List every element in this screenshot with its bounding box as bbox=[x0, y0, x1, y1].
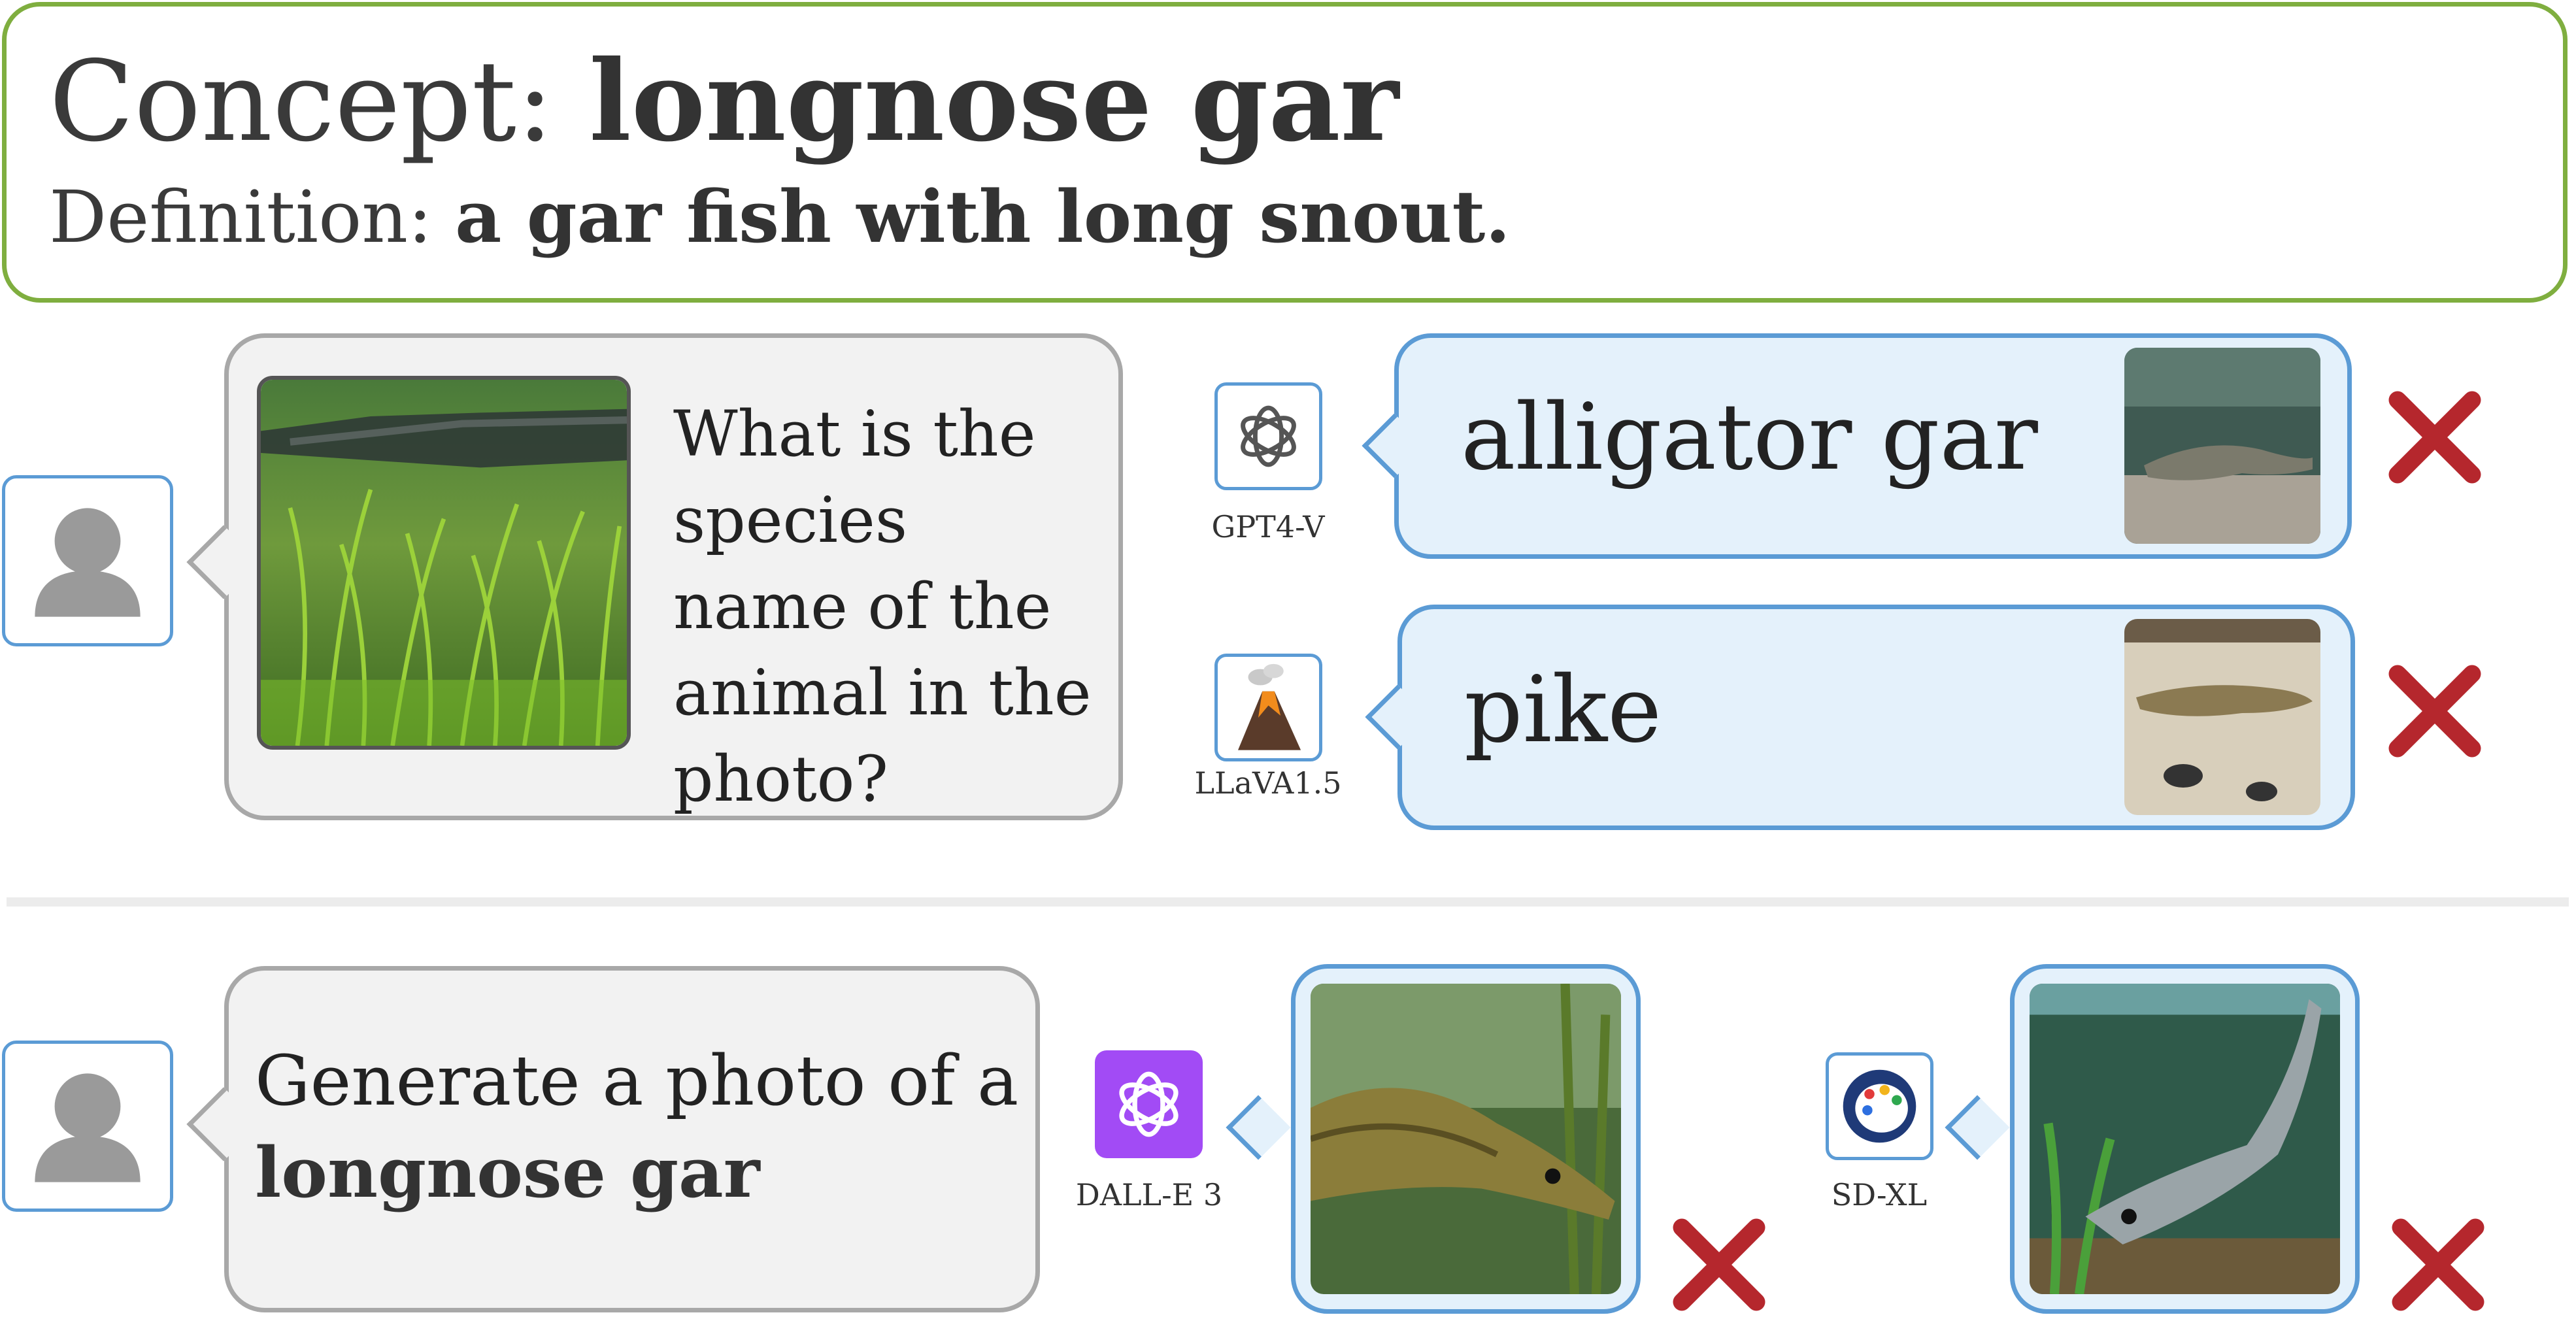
concept-definition: Definition: a gar fish with long snout. bbox=[49, 171, 1511, 263]
model-label-sdxl: SD-XL bbox=[1831, 1177, 1928, 1212]
definition-label: Definition: bbox=[49, 175, 433, 259]
concept-name: longnose gar bbox=[589, 36, 1399, 167]
generated-photo-sdxl bbox=[2030, 984, 2340, 1294]
wrong-mark-gpt4v bbox=[2386, 388, 2484, 486]
user-avatar-icon bbox=[2, 1041, 173, 1212]
model-label-llava: LLaVA1.5 bbox=[1194, 765, 1342, 801]
wrong-mark-sdxl bbox=[2389, 1216, 2487, 1314]
palette-icon bbox=[1826, 1052, 1933, 1160]
section-divider bbox=[7, 897, 2569, 907]
model-label-gpt4v: GPT4-V bbox=[1211, 509, 1325, 544]
answer-text-gpt4v: alligator gar bbox=[1461, 384, 2038, 491]
answer-photo-pike bbox=[2124, 619, 2320, 815]
volcano-icon bbox=[1214, 654, 1322, 761]
concept-title: Concept: longnose gar bbox=[49, 36, 1399, 167]
answer-text-llava: pike bbox=[1464, 657, 1662, 763]
generated-photo-dalle3 bbox=[1311, 984, 1621, 1294]
generation-prompt-prefix: Generate a photo of a bbox=[255, 1041, 1019, 1121]
concept-label: Concept: bbox=[49, 37, 554, 167]
question-text: What is the species name of the animal i… bbox=[673, 397, 1092, 816]
generated-image-bubble-tail-dalle3 bbox=[1226, 1095, 1291, 1160]
answer-photo-alligator-gar bbox=[2124, 348, 2320, 544]
user-avatar-icon bbox=[2, 475, 173, 646]
openai-logo-icon bbox=[1095, 1050, 1203, 1158]
wrong-mark-llava bbox=[2386, 662, 2484, 760]
openai-logo-icon bbox=[1214, 382, 1322, 490]
model-label-dalle3: DALL-E 3 bbox=[1075, 1177, 1223, 1212]
generation-prompt-concept: longnose gar bbox=[255, 1131, 760, 1213]
definition-text: a gar fish with long snout. bbox=[455, 175, 1511, 259]
wrong-mark-dalle3 bbox=[1670, 1216, 1768, 1314]
query-photo-longnose-gar bbox=[257, 376, 631, 750]
generated-image-bubble-tail-sdxl bbox=[1945, 1095, 2010, 1160]
generation-prompt-text: Generate a photo of a longnose gar bbox=[255, 1035, 1018, 1218]
